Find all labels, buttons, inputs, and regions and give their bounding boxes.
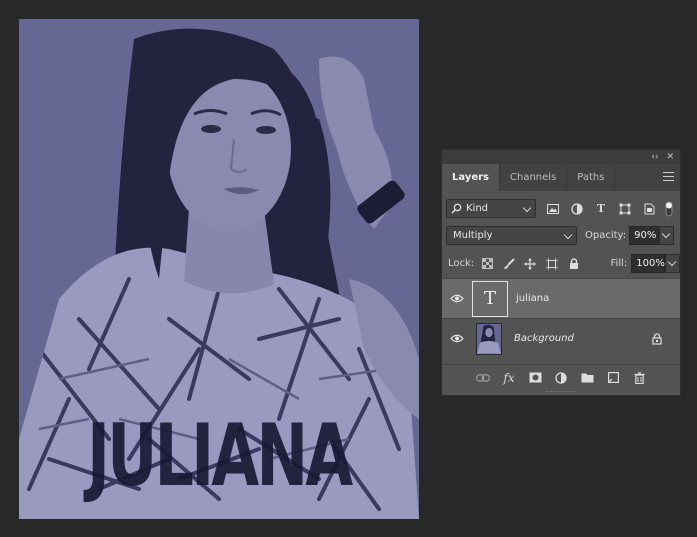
add-mask-icon[interactable] (528, 371, 542, 385)
visibility-toggle[interactable] (442, 334, 472, 343)
new-adjustment-icon[interactable] (554, 371, 568, 385)
delete-layer-icon[interactable] (632, 371, 646, 385)
blend-mode-value: Multiply (453, 230, 493, 241)
lock-row: Lock: Fill: 100% (442, 254, 680, 273)
panel-tabs: Layers Channels Paths (442, 164, 680, 191)
smart-object-filter-icon[interactable] (642, 202, 656, 216)
type-layer-icon: T (483, 288, 496, 309)
layers-bottom-toolbar: fx (442, 364, 680, 390)
collapse-panel-icon[interactable]: ‹‹ (651, 152, 658, 162)
filter-kind-label: Kind (466, 203, 489, 214)
new-group-icon[interactable] (580, 371, 594, 385)
filter-kind-select[interactable]: Kind (446, 199, 536, 218)
panel-resize-grip[interactable] (546, 391, 576, 394)
type-filter-icon[interactable]: T (594, 202, 608, 216)
link-layers-icon[interactable] (476, 371, 490, 385)
layer-row-background[interactable]: Background (442, 318, 680, 358)
opacity-label: Opacity: (585, 230, 627, 241)
blend-mode-select[interactable]: Multiply (446, 226, 577, 245)
lock-artboard-icon[interactable] (545, 257, 559, 271)
filter-toggle-icon[interactable] (662, 201, 676, 216)
fill-label: Fill: (610, 258, 628, 269)
new-layer-icon[interactable] (606, 371, 620, 385)
adjustment-filter-icon[interactable] (570, 202, 584, 216)
layers-panel: ‹‹ ✕ Layers Channels Paths Kind T Multip… (441, 149, 681, 396)
fx-icon[interactable]: fx (502, 371, 516, 385)
tab-paths[interactable]: Paths (567, 164, 616, 191)
image-filter-icon[interactable] (546, 202, 560, 216)
layer-name[interactable]: juliana (516, 293, 549, 304)
lock-label: Lock: (448, 258, 475, 269)
filter-row: Kind T (442, 199, 680, 218)
panel-title-bar[interactable]: ‹‹ ✕ (442, 150, 680, 164)
text-layer-thumbnail: T (472, 280, 508, 317)
panel-menu-icon[interactable] (663, 172, 674, 181)
search-icon (451, 203, 462, 214)
visibility-toggle[interactable] (442, 294, 472, 303)
lock-image-pixels-icon[interactable] (502, 257, 516, 271)
opacity-input[interactable]: 90% (629, 226, 660, 245)
background-layer-thumbnail (476, 322, 502, 355)
fill-input[interactable]: 100% (631, 254, 666, 273)
eye-icon (450, 334, 464, 343)
opacity-slider-toggle[interactable] (659, 226, 675, 245)
blend-row: Multiply Opacity: 90% (442, 226, 680, 245)
layer-row-juliana[interactable]: T juliana (442, 278, 680, 318)
artwork-title-text: JULIANA (87, 406, 353, 506)
fill-slider-toggle[interactable] (665, 254, 680, 273)
lock-all-icon[interactable] (567, 257, 581, 271)
tab-layers[interactable]: Layers (442, 164, 500, 191)
document-canvas[interactable]: JULIANA (19, 19, 419, 519)
layer-name[interactable]: Background (514, 333, 574, 344)
lock-position-icon[interactable] (524, 257, 538, 271)
tab-channels[interactable]: Channels (500, 164, 568, 191)
lock-transparent-pixels-icon[interactable] (480, 257, 494, 271)
close-panel-icon[interactable]: ✕ (666, 152, 674, 162)
eye-icon (450, 294, 464, 303)
layer-locked-icon (650, 332, 664, 346)
photo-thumbnail-image (477, 323, 501, 354)
shape-filter-icon[interactable] (618, 202, 632, 216)
